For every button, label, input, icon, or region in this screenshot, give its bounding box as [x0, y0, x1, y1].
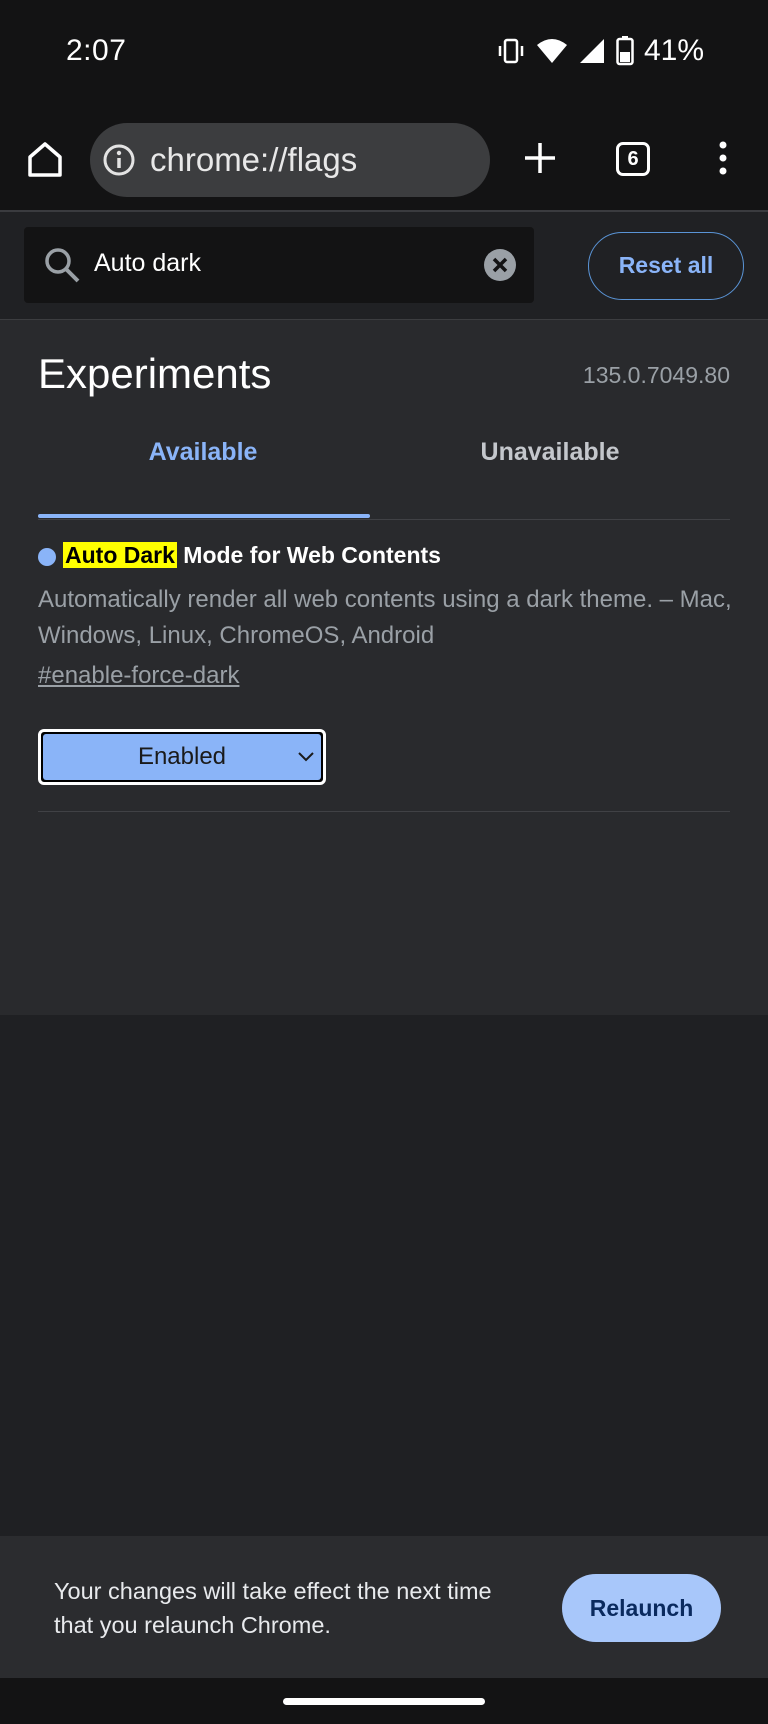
- flag-state-select[interactable]: Enabled: [38, 729, 326, 785]
- status-time: 2:07: [66, 34, 127, 67]
- flags-search-bar: Auto dark Reset all: [0, 212, 768, 320]
- omnibox[interactable]: chrome://flags: [90, 123, 490, 197]
- home-gesture-handle[interactable]: [283, 1698, 485, 1705]
- flag-divider: [38, 811, 730, 812]
- reset-all-button[interactable]: Reset all: [588, 232, 744, 300]
- search-input[interactable]: Auto dark: [24, 227, 534, 303]
- vibrate-icon: [496, 36, 526, 66]
- chevron-down-icon: [297, 747, 315, 765]
- tabs-icon[interactable]: 6: [616, 142, 650, 176]
- flag-description: Automatically render all web contents us…: [38, 586, 732, 649]
- more-vert-icon[interactable]: [708, 138, 738, 178]
- search-icon: [42, 245, 82, 285]
- status-icons: 41%: [496, 34, 704, 68]
- tab-divider: [38, 519, 730, 520]
- relaunch-message: Your changes will take effect the next t…: [54, 1578, 492, 1638]
- url-text: chrome://flags: [150, 141, 358, 178]
- tab-unavailable[interactable]: Unavailable: [385, 415, 715, 489]
- search-input-value: Auto dark: [94, 249, 202, 277]
- home-icon[interactable]: [24, 138, 66, 180]
- info-icon[interactable]: [102, 143, 136, 177]
- flag-title-rest: Mode for Web Contents: [176, 542, 441, 568]
- browser-toolbar: chrome://flags 6: [0, 108, 768, 212]
- version-label: 135.0.7049.80: [582, 362, 730, 388]
- flag-state-value: Enabled: [43, 734, 321, 780]
- plus-icon[interactable]: [520, 138, 560, 178]
- signal-icon: [578, 37, 606, 65]
- relaunch-snackbar: Your changes will take effect the next t…: [0, 1536, 768, 1678]
- experiments-panel: Experiments 135.0.7049.80 Available Unav…: [0, 320, 768, 1015]
- gesture-nav-bar: [0, 1678, 768, 1724]
- relaunch-button[interactable]: Relaunch: [562, 1574, 721, 1642]
- battery-percent: 41%: [643, 34, 704, 67]
- flag-title: Auto Dark Mode for Web Contents: [63, 542, 441, 569]
- tab-active-indicator: [38, 514, 370, 518]
- flag-modified-dot-icon: [38, 548, 56, 566]
- status-bar: 2:07 41%: [0, 0, 768, 108]
- page-title: Experiments: [38, 350, 272, 397]
- battery-icon: [616, 36, 634, 66]
- tab-available[interactable]: Available: [38, 415, 368, 489]
- flag-title-highlight: Auto Dark: [63, 542, 177, 568]
- flag-permalink[interactable]: #enable-force-dark: [38, 662, 239, 690]
- clear-icon[interactable]: [484, 249, 516, 281]
- wifi-icon: [536, 37, 568, 65]
